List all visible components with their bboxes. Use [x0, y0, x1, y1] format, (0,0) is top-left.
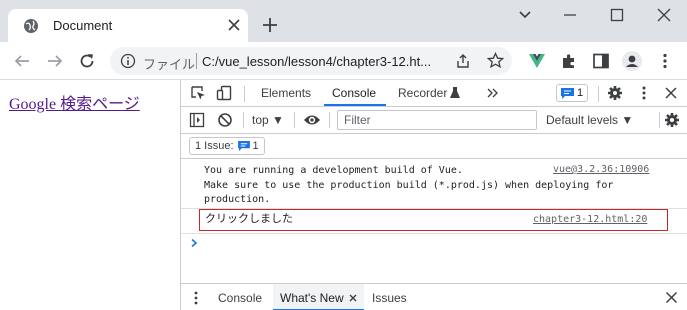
globe-icon [24, 19, 38, 33]
inspect-element-icon[interactable] [190, 85, 206, 101]
more-tabs-chevron-icon[interactable] [487, 87, 499, 99]
experiment-flask-icon [450, 87, 460, 98]
vue-dev-build-message: You are running a development build of V… [204, 165, 614, 205]
vue-source-link[interactable]: vue@3.2.36:10906 [553, 164, 649, 175]
issues-counter-button[interactable]: 1 [556, 84, 588, 102]
chapter-source-link[interactable]: chapter3-12.html:20 [533, 214, 647, 225]
devtools-drawer: Console What's New Issues [181, 283, 687, 310]
devtools-tab-bar: Elements Console Recorder 1 [181, 80, 687, 107]
drawer-menu-icon[interactable] [193, 291, 199, 305]
back-icon[interactable] [13, 52, 31, 70]
devtools-menu-icon[interactable] [636, 85, 652, 101]
minimize-icon[interactable] [563, 8, 577, 22]
maximize-icon[interactable] [610, 8, 624, 22]
info-icon[interactable] [120, 53, 136, 69]
window-close-icon[interactable] [657, 8, 671, 22]
devtools-close-icon[interactable] [664, 86, 678, 100]
drawer-tab-close-icon[interactable] [349, 294, 357, 302]
side-panel-icon[interactable] [592, 52, 610, 70]
console-prompt-chevron-icon[interactable] [189, 238, 199, 248]
console-row-separator [181, 233, 687, 234]
filter-separator [243, 112, 244, 128]
filter-separator [294, 112, 295, 128]
filter-separator [329, 112, 330, 128]
tab-elements[interactable]: Elements [261, 86, 311, 100]
context-value: top [252, 113, 269, 127]
issues-label: 1 Issue: [195, 140, 234, 152]
tab-console[interactable]: Console [332, 86, 376, 100]
sidebar-toggle-icon[interactable] [189, 112, 205, 128]
drawer-tab-issues[interactable]: Issues [372, 291, 407, 305]
console-filter-input[interactable] [337, 110, 537, 130]
issues-bar: 1 Issue: 1 [181, 134, 687, 159]
browser-toolbar: ファイル C:/vue_lesson/lesson4/chapter3-12.h… [0, 42, 687, 80]
address-separator [196, 53, 197, 69]
filter-separator [659, 112, 660, 128]
tab-separator [598, 86, 599, 102]
issue-message-icon [561, 87, 574, 99]
live-expression-eye-icon[interactable] [303, 113, 321, 127]
drawer-close-icon[interactable] [665, 291, 678, 304]
share-icon[interactable] [455, 53, 471, 69]
issues-count: 1 [577, 87, 584, 99]
active-tab-indicator [324, 104, 386, 106]
drawer-tab-whats-new[interactable]: What's New [280, 291, 344, 305]
log-levels-select[interactable]: Default levels ▼ [546, 113, 633, 127]
browser-menu-icon[interactable] [656, 52, 674, 70]
levels-value: Default levels [546, 113, 619, 127]
forward-icon[interactable] [46, 52, 64, 70]
click-log-message: クリックしました [205, 212, 293, 225]
tab-title: Document [53, 18, 113, 33]
browser-tab[interactable]: Document [8, 9, 248, 42]
page-content: Google 検索ページ [0, 80, 180, 310]
tab-recorder[interactable]: Recorder [398, 86, 447, 100]
profile-avatar-icon[interactable] [622, 51, 642, 71]
extensions-icon[interactable] [560, 52, 578, 70]
new-tab-icon[interactable] [262, 17, 278, 33]
issues-pill-button[interactable]: 1 Issue: 1 [189, 137, 265, 155]
tab-strip: Document [0, 0, 687, 42]
settings-gear-icon[interactable] [607, 85, 623, 101]
google-search-link[interactable]: Google 検索ページ [9, 90, 140, 114]
tab-close-icon[interactable] [226, 17, 242, 33]
url-text[interactable]: C:/vue_lesson/lesson4/chapter3-12.ht... [202, 54, 431, 69]
reload-icon[interactable] [78, 52, 96, 70]
device-toolbar-icon[interactable] [216, 85, 232, 101]
scheme-label: ファイル [143, 57, 196, 72]
issue-message-icon [237, 141, 250, 151]
issues-pill-count: 1 [252, 140, 259, 152]
console-settings-gear-icon[interactable] [664, 112, 680, 128]
console-output: You are running a development build of V… [181, 160, 687, 283]
drawer-tab-console[interactable]: Console [218, 291, 262, 305]
console-filter-bar: top ▼ Default levels ▼ [181, 107, 687, 134]
tab-separator [244, 86, 245, 102]
devtools-panel: Elements Console Recorder 1 top ▼ Filter… [180, 80, 687, 310]
context-select[interactable]: top ▼ [252, 113, 284, 127]
address-bar[interactable]: ファイル C:/vue_lesson/lesson4/chapter3-12.h… [110, 47, 512, 75]
vue-devtools-icon[interactable] [528, 52, 546, 70]
bookmark-star-icon[interactable] [487, 52, 504, 69]
clear-console-icon[interactable] [217, 112, 233, 128]
tab-search-chevron-icon[interactable] [518, 8, 532, 22]
